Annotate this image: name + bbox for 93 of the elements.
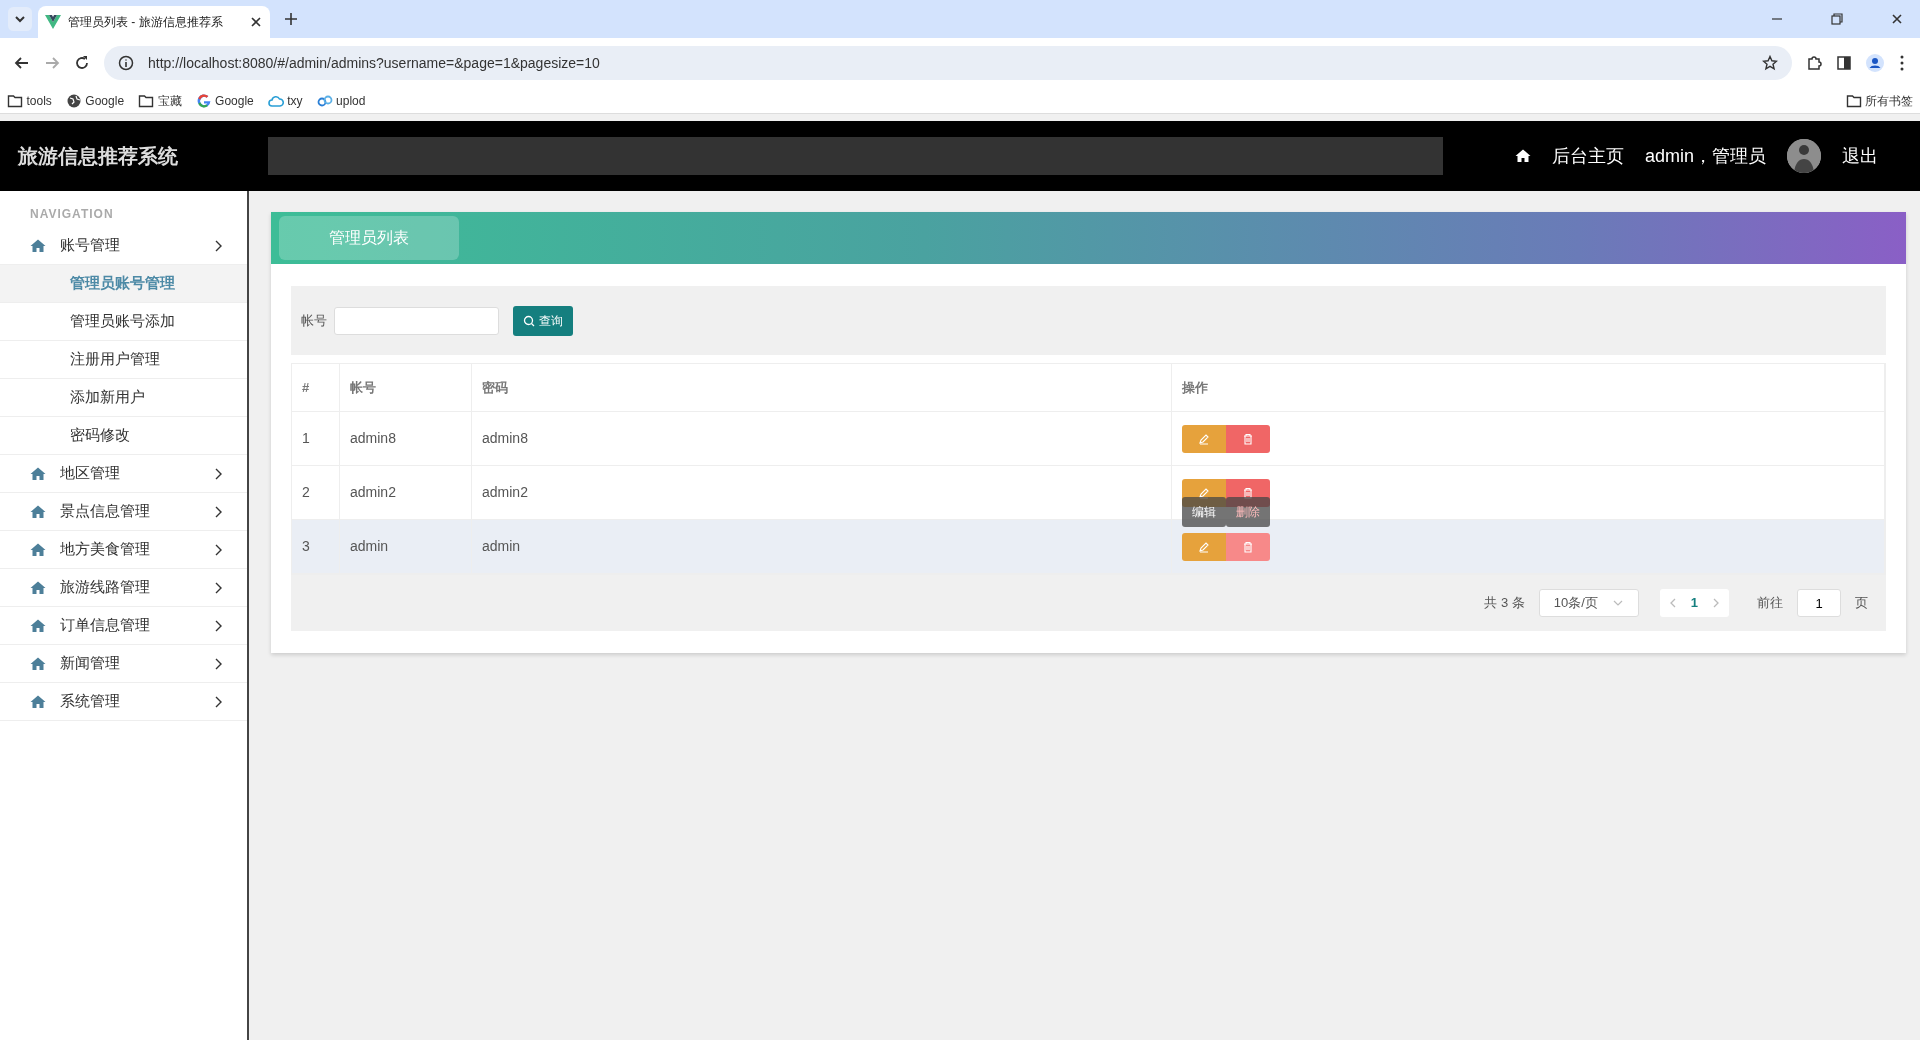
folder-icon bbox=[1845, 92, 1862, 109]
sidebar-item[interactable]: 系统管理 bbox=[0, 683, 247, 721]
page-title: 管理员列表 bbox=[279, 216, 459, 260]
tooltip: 删除 bbox=[1226, 496, 1270, 527]
nav-heading: NAVIGATION bbox=[29, 206, 115, 223]
search-label: 帐号 bbox=[301, 311, 327, 330]
sidebar-item[interactable]: 地区管理 bbox=[0, 455, 247, 493]
info-icon[interactable] bbox=[118, 55, 134, 71]
close-icon[interactable] bbox=[1890, 12, 1904, 26]
sidebar-subitem[interactable]: 密码修改 bbox=[0, 417, 247, 455]
goto-label: 前往 bbox=[1757, 594, 1783, 613]
bookmark[interactable]: 宝藏 bbox=[138, 91, 182, 110]
bookmark[interactable]: 所有书签 bbox=[1845, 91, 1913, 110]
search-button[interactable]: 查询 bbox=[513, 305, 573, 336]
home-icon bbox=[30, 465, 46, 482]
close-icon[interactable] bbox=[249, 15, 263, 29]
restore-icon[interactable] bbox=[1830, 12, 1844, 26]
globe-icon bbox=[65, 92, 82, 109]
sidebar-item[interactable]: 景点信息管理 bbox=[0, 493, 247, 531]
side-panel-icon[interactable] bbox=[1836, 55, 1852, 71]
folder-icon bbox=[7, 92, 23, 109]
tooltip: 编辑 bbox=[1182, 496, 1226, 527]
page-unit: 页 bbox=[1855, 594, 1868, 613]
column-header: # bbox=[292, 364, 340, 411]
star-icon[interactable] bbox=[1762, 55, 1778, 71]
chevron-icon bbox=[214, 618, 223, 633]
sidebar-item[interactable]: 新闻管理 bbox=[0, 645, 247, 683]
bookmark[interactable]: uplod bbox=[316, 91, 366, 110]
home-icon[interactable] bbox=[1514, 148, 1531, 164]
chevron-icon bbox=[214, 542, 223, 557]
bookmark[interactable]: Google bbox=[195, 91, 254, 110]
vue-logo-icon bbox=[45, 14, 61, 30]
table-cell: 1 bbox=[292, 412, 340, 465]
sidebar-item[interactable]: 旅游线路管理 bbox=[0, 569, 247, 607]
table-cell: admin2 bbox=[472, 466, 1172, 519]
table-cell: admin8 bbox=[472, 412, 1172, 465]
page-input[interactable]: 1 bbox=[1797, 589, 1841, 617]
extensions-icon[interactable] bbox=[1806, 55, 1822, 71]
table-cell: 3 bbox=[292, 520, 340, 573]
search-field[interactable] bbox=[334, 306, 499, 335]
trash-icon bbox=[1241, 485, 1255, 500]
chevron-icon bbox=[214, 238, 223, 253]
tab-list-button[interactable] bbox=[8, 7, 32, 31]
folder-icon bbox=[138, 92, 155, 109]
address-bar[interactable]: http://localhost:8080/#/admin/admins?username=&page=1&pagesize=10 bbox=[104, 46, 1792, 80]
site-title: 旅游信息推荐系统 bbox=[17, 144, 179, 169]
profile-icon[interactable] bbox=[1866, 54, 1884, 72]
bookmark[interactable]: tools bbox=[7, 91, 52, 110]
sidebar-subitem[interactable]: 注册用户管理 bbox=[0, 341, 247, 379]
chevron-icon bbox=[214, 580, 223, 595]
menu-icon[interactable] bbox=[1898, 55, 1906, 71]
tab-title: 管理员列表 - 旅游信息推荐系 bbox=[68, 14, 224, 31]
sidebar-item[interactable]: 地方美食管理 bbox=[0, 531, 247, 569]
sidebar-item[interactable]: 订单信息管理 bbox=[0, 607, 247, 645]
chevron-icon bbox=[214, 466, 223, 481]
browser-tab[interactable]: 管理员列表 - 旅游信息推荐系 bbox=[38, 6, 270, 38]
reload-icon[interactable] bbox=[74, 55, 90, 71]
url-text: http://localhost:8080/#/admin/admins?username=&page=1&pagesize=10 bbox=[148, 53, 600, 73]
back-icon[interactable] bbox=[14, 55, 30, 71]
column-header: 帐号 bbox=[340, 364, 472, 411]
delete-button[interactable] bbox=[1226, 424, 1270, 453]
home-icon bbox=[30, 693, 46, 710]
column-header: 密码 bbox=[472, 364, 1172, 411]
sidebar-subitem[interactable]: 添加新用户 bbox=[0, 379, 247, 417]
home-icon bbox=[30, 579, 46, 596]
column-header: 操作 bbox=[1172, 364, 1885, 411]
home-icon bbox=[30, 237, 46, 254]
table-cell: 2 bbox=[292, 466, 340, 519]
home-icon bbox=[30, 617, 46, 634]
home-icon bbox=[30, 541, 46, 558]
sidebar-subitem[interactable]: 管理员账号添加 bbox=[0, 303, 247, 341]
table-cell: admin8 bbox=[340, 412, 472, 465]
bookmark[interactable]: Google bbox=[65, 91, 125, 110]
chevron-icon bbox=[214, 504, 223, 519]
home-icon bbox=[30, 503, 46, 520]
trash-icon bbox=[1241, 539, 1255, 554]
table-cell: admin bbox=[340, 520, 472, 573]
bookmark[interactable]: txy bbox=[267, 91, 303, 110]
logout-link[interactable]: 退出 bbox=[1842, 142, 1878, 170]
total-count: 共 3 条 bbox=[1484, 594, 1525, 613]
home-icon bbox=[30, 655, 46, 672]
google-icon bbox=[195, 92, 212, 109]
avatar-icon bbox=[1787, 139, 1821, 173]
trash-icon bbox=[1241, 431, 1255, 446]
user-name: admin，管理员 bbox=[1644, 144, 1766, 168]
chevron-icon bbox=[214, 694, 223, 709]
page-size-select[interactable]: 10条/页 bbox=[1538, 589, 1639, 617]
table-cell: admin bbox=[472, 520, 1172, 573]
chevron-icon bbox=[214, 656, 223, 671]
search-icon bbox=[523, 314, 535, 327]
table-cell: admin2 bbox=[340, 466, 472, 519]
new-tab-icon[interactable] bbox=[284, 12, 298, 26]
home-link[interactable]: 后台主页 bbox=[1551, 142, 1624, 170]
